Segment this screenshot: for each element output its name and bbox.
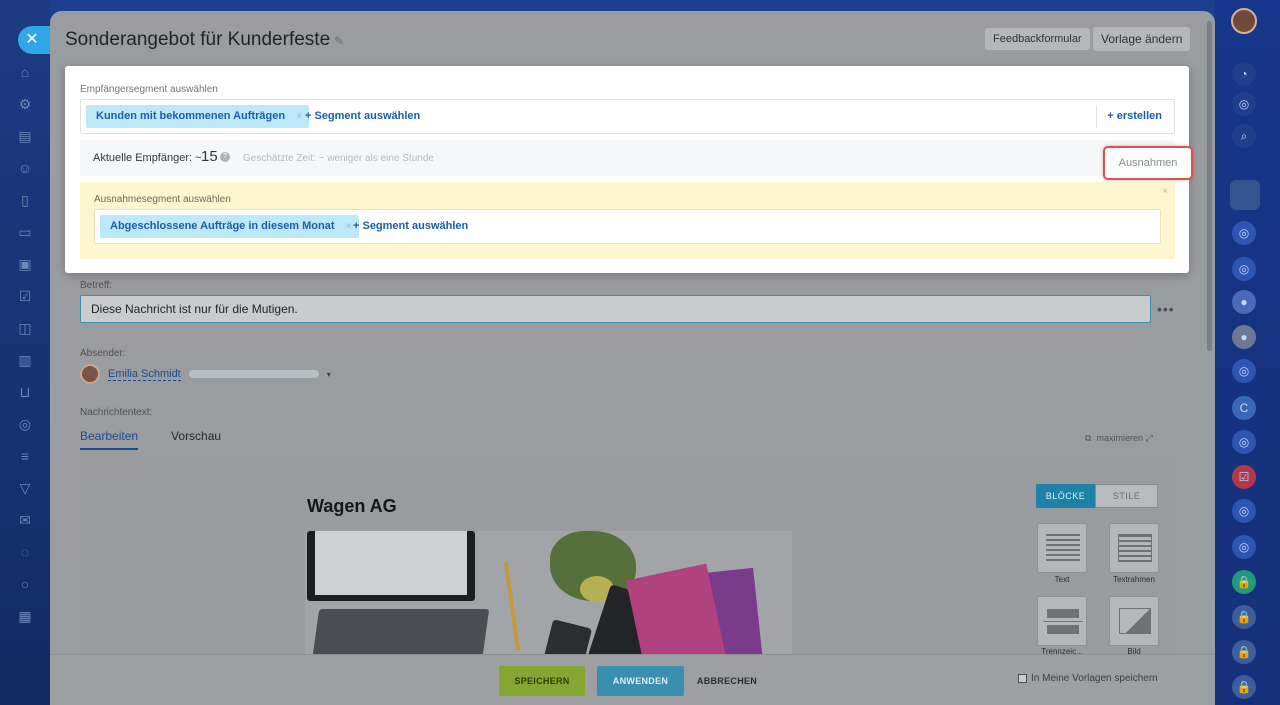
close-slider-button[interactable]: ✕ bbox=[18, 26, 50, 54]
add-exclusion-segment-link[interactable]: + Segment auswählen bbox=[353, 215, 468, 238]
remove-chip-icon[interactable]: × bbox=[296, 105, 302, 128]
cancel-button[interactable]: ABBRECHEN bbox=[692, 666, 762, 696]
change-template-button[interactable]: Vorlage ändern bbox=[1093, 27, 1191, 51]
save-template-checkbox[interactable]: In Meine Vorlagen speichern bbox=[1018, 673, 1158, 684]
more-icon[interactable]: ••• bbox=[1157, 301, 1175, 317]
exclusion-label: Ausnahmesegment auswählen bbox=[94, 194, 231, 205]
feedback-form-button[interactable]: Feedbackformular bbox=[985, 28, 1090, 50]
channel-icon[interactable]: ◎ bbox=[1232, 221, 1256, 245]
search-icon[interactable]: ⌕ bbox=[1232, 124, 1256, 148]
block-image[interactable] bbox=[1109, 596, 1159, 646]
save-button[interactable]: SPEICHERN bbox=[499, 666, 585, 696]
document-icon[interactable]: ▤ bbox=[17, 128, 33, 144]
apps-icon[interactable]: ▦ bbox=[17, 608, 33, 624]
recipients-count: 15 bbox=[201, 148, 218, 165]
block-textframe[interactable] bbox=[1109, 523, 1159, 573]
tasks-icon[interactable]: ☑ bbox=[17, 288, 33, 304]
segment-selector[interactable]: Kunden mit bekommenen Aufträgen × + Segm… bbox=[80, 99, 1175, 134]
chevron-down-icon[interactable]: ▾ bbox=[327, 370, 331, 379]
settings-icon[interactable]: ⚙ bbox=[17, 96, 33, 112]
home-icon[interactable]: ⌂ bbox=[17, 64, 33, 80]
exclusions-button[interactable]: Ausnahmen bbox=[1103, 146, 1193, 180]
left-navigation: ✕ ⌂ ⚙ ▤ ☺ ▯ ▭ ▣ ☑ ◫ ▥ ⊔ ◎ ≡ ▽ ✉ ◌ ○ ▦ bbox=[0, 0, 50, 705]
apply-button[interactable]: ANWENDEN bbox=[597, 666, 684, 696]
sender-avatar bbox=[80, 364, 100, 384]
tab-styles[interactable]: STILE bbox=[1095, 484, 1158, 508]
remove-chip-icon[interactable]: × bbox=[346, 215, 352, 238]
file-icon[interactable]: ▯ bbox=[17, 192, 33, 208]
group-avatar[interactable]: ● bbox=[1232, 290, 1256, 314]
support-icon[interactable]: ○ bbox=[17, 576, 33, 592]
sender-name[interactable]: Emilia Schmidt bbox=[108, 368, 181, 381]
sender-label: Absender: bbox=[80, 348, 126, 359]
checkbox[interactable] bbox=[1018, 674, 1027, 683]
drive-icon[interactable]: ▭ bbox=[17, 224, 33, 240]
cart-icon[interactable]: ⊔ bbox=[17, 384, 33, 400]
bell-icon[interactable]: ◔ bbox=[1232, 62, 1256, 86]
body-tabs: Bearbeiten Vorschau bbox=[80, 429, 221, 450]
recipients-row: Aktuelle Empfänger: ~ 15 ? Geschätzte Ze… bbox=[80, 140, 1193, 180]
exclusion-chip[interactable]: Abgeschlossene Aufträge in diesem Monat … bbox=[100, 215, 359, 238]
segment-popup: Empfängersegment auswählen Kunden mit be… bbox=[65, 66, 1193, 273]
page-title: Sonderangebot für Kunderfeste ✎ bbox=[65, 29, 345, 50]
email-title[interactable]: Wagen AG bbox=[307, 496, 397, 517]
subject-input[interactable]: Diese Nachricht ist nur für die Mutigen. bbox=[80, 295, 1151, 323]
copy-icon: ⧉ bbox=[1085, 433, 1092, 443]
sites-icon[interactable]: ◌ bbox=[17, 544, 33, 560]
channel-icon[interactable]: ◎ bbox=[1232, 359, 1256, 383]
create-segment-link[interactable]: + erstellen bbox=[1096, 105, 1174, 128]
sender-select[interactable]: Emilia Schmidt ▾ bbox=[80, 363, 331, 385]
help-icon[interactable]: ? bbox=[220, 152, 230, 162]
tasks-icon[interactable]: ☑ bbox=[1232, 465, 1256, 489]
chat-icon[interactable]: ◫ bbox=[17, 320, 33, 336]
block-label: Text bbox=[1054, 575, 1070, 584]
footer-bar: SPEICHERN ANWENDEN ABBRECHEN In Meine Vo… bbox=[50, 654, 1215, 705]
channel-icon[interactable]: ◎ bbox=[1232, 535, 1256, 559]
recipients-label: Aktuelle Empfänger: ~ bbox=[93, 152, 202, 164]
block-divider[interactable] bbox=[1037, 596, 1087, 646]
contact-center-icon[interactable]: ◎ bbox=[1232, 92, 1256, 116]
scrollbar[interactable] bbox=[1205, 11, 1213, 705]
channel-icon[interactable]: ◎ bbox=[1232, 257, 1256, 281]
pencil-icon[interactable]: ✎ bbox=[334, 34, 344, 48]
image-icon bbox=[1119, 608, 1151, 634]
tab-preview[interactable]: Vorschau bbox=[171, 429, 221, 450]
estimated-time: Geschätzte Zeit: ~ weniger als eine Stun… bbox=[243, 153, 434, 164]
user-avatar[interactable] bbox=[1231, 8, 1257, 34]
segment-chip[interactable]: Kunden mit bekommenen Aufträgen × bbox=[86, 105, 310, 128]
lock-icon[interactable]: 🔒 bbox=[1232, 570, 1256, 594]
mail-icon[interactable]: ✉ bbox=[17, 512, 33, 528]
lock-icon[interactable]: 🔒 bbox=[1232, 675, 1256, 699]
monitor-icon[interactable]: ▣ bbox=[17, 256, 33, 272]
database-icon[interactable]: ≡ bbox=[17, 448, 33, 464]
analytics-icon[interactable]: ▥ bbox=[17, 352, 33, 368]
tab-blocks[interactable]: BLÖCKE bbox=[1036, 484, 1095, 508]
block-text[interactable] bbox=[1037, 523, 1087, 573]
lock-icon[interactable]: 🔒 bbox=[1232, 605, 1256, 629]
filter-icon[interactable]: ▽ bbox=[17, 480, 33, 496]
exclusion-section: Ausnahmesegment auswählen × Abgeschlosse… bbox=[80, 182, 1175, 259]
lock-icon[interactable]: 🔒 bbox=[1232, 640, 1256, 664]
right-sidebar: ◔ ◎ ⌕ ◎ ◎ ● ● ◎ C ◎ ☑ ◎ ◎ 🔒 🔒 🔒 🔒 bbox=[1215, 0, 1280, 705]
channel-icon[interactable]: ◎ bbox=[1232, 430, 1256, 454]
channel-icon[interactable]: ◎ bbox=[1232, 499, 1256, 523]
contacts-icon[interactable]: ☺ bbox=[17, 160, 33, 176]
marketing-icon[interactable]: ◎ bbox=[17, 416, 33, 432]
subject-label: Betreff: bbox=[80, 280, 113, 291]
exclusion-selector[interactable]: Abgeschlossene Aufträge in diesem Monat … bbox=[94, 209, 1161, 244]
maximize-button[interactable]: ⧉ maximieren ⤢ bbox=[1085, 433, 1153, 444]
tab-edit[interactable]: Bearbeiten bbox=[80, 429, 139, 450]
segment-label: Empfängersegment auswählen bbox=[80, 84, 218, 95]
sender-email-blurred bbox=[188, 370, 319, 378]
block-label: Textrahmen bbox=[1113, 575, 1155, 584]
group-avatar[interactable]: ● bbox=[1232, 325, 1256, 349]
add-segment-link[interactable]: + Segment auswählen bbox=[305, 105, 420, 128]
chat-avatar[interactable] bbox=[1230, 180, 1260, 210]
body-label: Nachrichtentext: bbox=[80, 407, 153, 418]
contact-avatar[interactable]: C bbox=[1232, 396, 1256, 420]
expand-icon: ⤢ bbox=[1145, 433, 1153, 443]
close-icon[interactable]: × bbox=[1162, 186, 1168, 197]
